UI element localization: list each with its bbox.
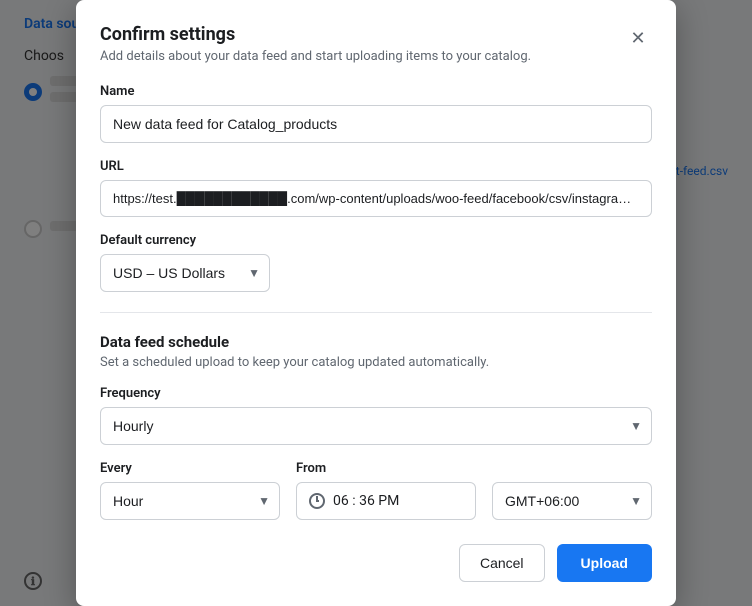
url-input[interactable] xyxy=(100,180,652,217)
name-input[interactable] xyxy=(100,105,652,143)
time-input-wrapper[interactable]: 06 : 36 PM xyxy=(296,482,476,520)
modal-subtitle: Add details about your data feed and sta… xyxy=(100,49,531,64)
name-label: Name xyxy=(100,84,652,99)
every-field: Every Hour 2 Hours 4 Hours 6 Hours 12 Ho… xyxy=(100,461,280,520)
frequency-select-wrapper: Hourly Daily Weekly ▼ xyxy=(100,407,652,445)
schedule-row: Every Hour 2 Hours 4 Hours 6 Hours 12 Ho… xyxy=(100,461,652,520)
confirm-settings-modal: Confirm settings Add details about your … xyxy=(76,0,676,606)
every-select-wrapper: Hour 2 Hours 4 Hours 6 Hours 12 Hours ▼ xyxy=(100,482,280,520)
from-label: From xyxy=(296,461,476,476)
schedule-subtitle: Set a scheduled upload to keep your cata… xyxy=(100,355,652,370)
currency-select-wrapper: USD – US Dollars ▼ xyxy=(100,254,270,292)
frequency-label: Frequency xyxy=(100,386,652,401)
currency-select[interactable]: USD – US Dollars xyxy=(100,254,270,292)
name-section: Name xyxy=(100,84,652,143)
modal-header: Confirm settings Add details about your … xyxy=(100,24,652,64)
currency-section: Default currency USD – US Dollars ▼ xyxy=(100,233,652,292)
clock-icon xyxy=(309,493,325,509)
schedule-title: Data feed schedule xyxy=(100,333,652,351)
every-label: Every xyxy=(100,461,280,476)
cancel-button[interactable]: Cancel xyxy=(459,544,545,582)
timezone-field: GMT+06:00 GMT+00:00 GMT+05:30 GMT-05:00 … xyxy=(492,462,652,520)
frequency-select[interactable]: Hourly Daily Weekly xyxy=(100,407,652,445)
timezone-select[interactable]: GMT+06:00 GMT+00:00 GMT+05:30 GMT-05:00 xyxy=(492,482,652,520)
timezone-select-wrapper: GMT+06:00 GMT+00:00 GMT+05:30 GMT-05:00 … xyxy=(492,482,652,520)
every-select[interactable]: Hour 2 Hours 4 Hours 6 Hours 12 Hours xyxy=(100,482,280,520)
time-value: 06 : 36 PM xyxy=(333,493,399,509)
close-button[interactable]: ✕ xyxy=(624,24,652,52)
divider xyxy=(100,312,652,313)
modal-footer: Cancel Upload xyxy=(100,544,652,582)
currency-label: Default currency xyxy=(100,233,652,248)
modal-title: Confirm settings xyxy=(100,24,531,45)
url-section: URL xyxy=(100,159,652,217)
upload-button[interactable]: Upload xyxy=(557,544,652,582)
url-label: URL xyxy=(100,159,652,174)
modal-header-text: Confirm settings Add details about your … xyxy=(100,24,531,64)
modal-overlay: Confirm settings Add details about your … xyxy=(0,0,752,606)
frequency-section: Frequency Hourly Daily Weekly ▼ xyxy=(100,386,652,445)
from-field: From 06 : 36 PM xyxy=(296,461,476,520)
schedule-section: Data feed schedule Set a scheduled uploa… xyxy=(100,333,652,520)
